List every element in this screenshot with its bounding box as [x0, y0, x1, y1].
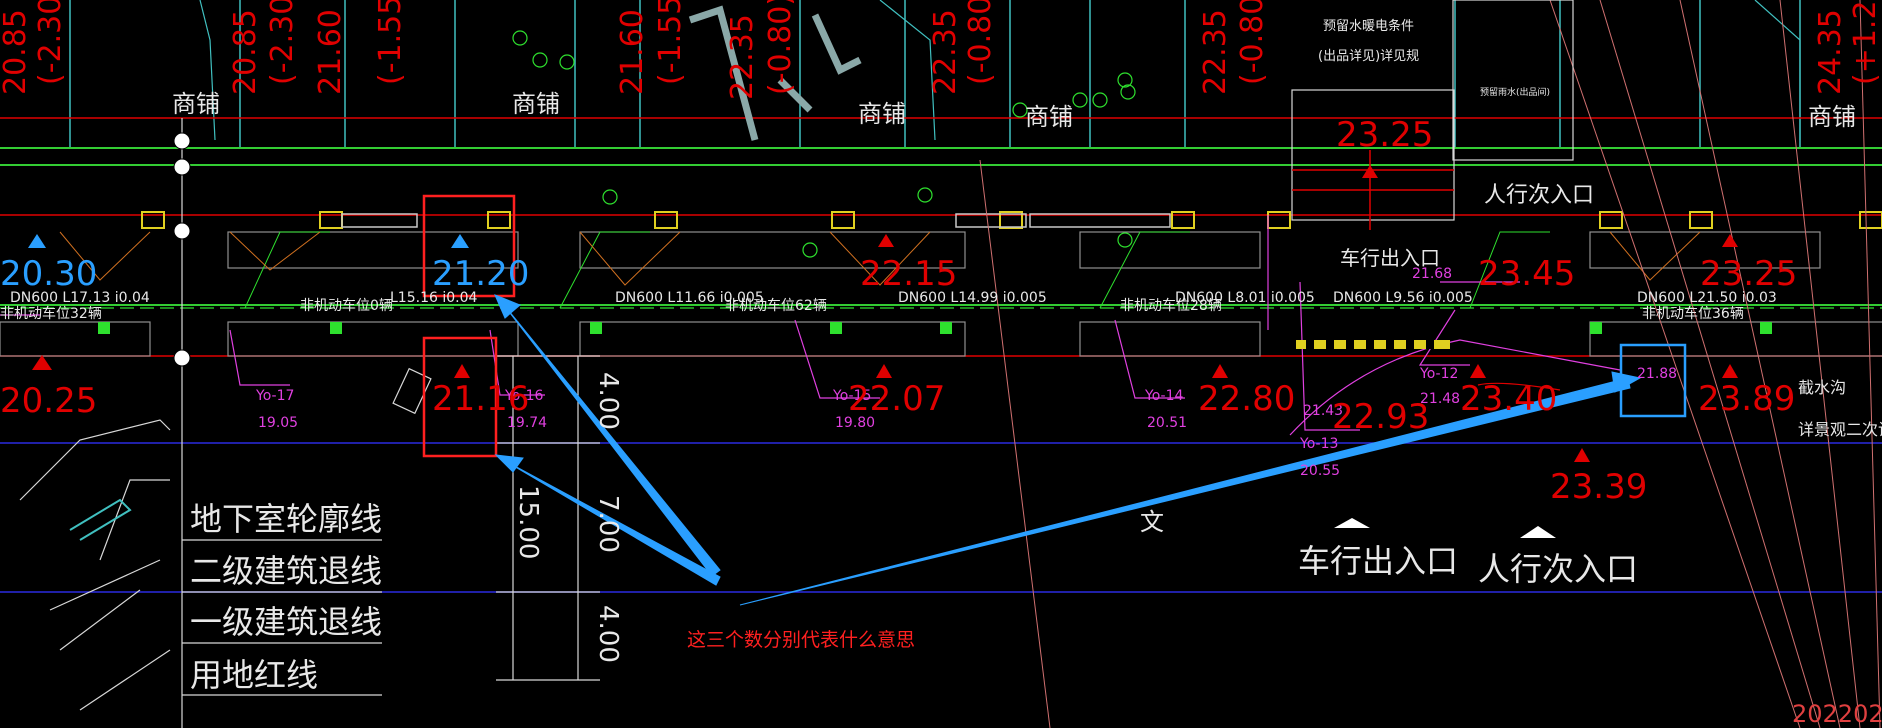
elev-rot-14: (-0.80) — [1235, 0, 1270, 85]
well-id: Yo-13 — [1299, 436, 1338, 452]
elev-rot-13: 22.35 — [1198, 9, 1233, 95]
pipe-label: 非机动车位36辆 — [1642, 305, 1744, 322]
elevation-red: 23.89 — [1698, 379, 1795, 419]
elevation-red: 22.15 — [860, 254, 957, 294]
dimension-label: 4.00 — [593, 605, 623, 663]
legend: 地下室轮廓线 二级建筑退线 一级建筑退线 用地红线 — [190, 500, 382, 694]
elev-rot-4: (-2.30) — [265, 0, 300, 85]
shop-labels: 商铺 商铺 商铺 商铺 商铺 — [172, 90, 1856, 131]
year-fragment: 202202 — [1792, 700, 1882, 728]
elev-rot-11: 22.35 — [928, 9, 963, 95]
well-id: Yo-14 — [1144, 388, 1183, 404]
elev-rot-10: (-0.80) — [763, 0, 798, 95]
elev-rot-5: 21.60 — [313, 9, 348, 95]
elev-rot-1: 20.85 — [0, 9, 33, 95]
elevation-question-2: 21.16 — [432, 379, 529, 419]
blue-elevations: 20.30 21.20 — [0, 254, 529, 294]
cad-drawing-canvas: 20.85 (-2.30) 20.85 (-2.30) 21.60 (-1.55… — [0, 0, 1882, 728]
shop-label: 商铺 — [512, 90, 560, 118]
elevation-red: 22.07 — [848, 379, 945, 419]
small-value: 21.68 — [1412, 266, 1452, 282]
station-value: 23.25 — [1336, 115, 1433, 155]
right-note-ditch: 截水沟 — [1798, 378, 1846, 397]
right-note-detail: 详景观二次设计 — [1798, 420, 1882, 439]
elevation-red: 23.40 — [1460, 379, 1557, 419]
elev-rot-15: 24.35 — [1813, 9, 1848, 95]
legend-primary-setback: 一级建筑退线 — [190, 603, 382, 641]
well-id: Yo-12 — [1419, 366, 1458, 382]
red-elevations: 20.25 21.16 22.07 22.80 22.93 23.40 23.8… — [0, 254, 1797, 507]
elev-rot-2: (-2.30) — [33, 0, 68, 85]
elev-rot-12: (-0.80) — [963, 0, 998, 85]
dimension-label: 4.00 — [593, 372, 623, 430]
pedestrian-entrance-label: 人行次入口 — [1478, 550, 1638, 588]
dimension-label: 7.00 — [593, 495, 623, 553]
elev-rot-9: 22.35 — [725, 14, 760, 100]
note-detail: (出品详见)详见规 — [1318, 49, 1419, 64]
well-value: 20.55 — [1300, 463, 1340, 479]
small-value: 21.88 — [1637, 366, 1677, 382]
elevation-red: 23.45 — [1478, 254, 1575, 294]
note-rain: 预留雨水(出品间) — [1480, 86, 1550, 98]
elevation-question-1: 21.20 — [432, 254, 529, 294]
shop-label: 商铺 — [1025, 103, 1073, 131]
note-pedestrian: 人行次入口 — [1484, 183, 1594, 208]
bottom-labels: 车行出入口 人行次入口 截水沟 详景观二次设计 文 202202 — [1140, 378, 1882, 728]
elev-rot-8: (-1.55) — [653, 0, 688, 85]
elevation-red: 23.25 — [1700, 254, 1797, 294]
legend-basement-outline: 地下室轮廓线 — [190, 500, 382, 538]
shop-label: 商铺 — [858, 100, 906, 128]
pipe-label: DN600 L9.56 i0.005 — [1333, 290, 1473, 306]
vehicle-entrance-label: 车行出入口 — [1298, 542, 1458, 580]
well-value: 20.51 — [1147, 415, 1187, 431]
top-rotated-elevations: 20.85 (-2.30) 20.85 (-2.30) 21.60 (-1.55… — [0, 0, 1882, 100]
well-id: Yo-17 — [255, 388, 294, 404]
top-notes: 预留水暖电条件 (出品详见)详见规 人行次入口 车行出入口 预留雨水(出品间) … — [1318, 18, 1594, 270]
elev-rot-16: (+1.20) — [1848, 0, 1882, 85]
elev-rot-3: 20.85 — [228, 9, 263, 95]
legend-secondary-setback: 二级建筑退线 — [190, 552, 382, 590]
elevation-red: 23.39 — [1550, 467, 1647, 507]
elevation-red: 20.25 — [0, 381, 97, 421]
question-text: 这三个数分别代表什么意思 — [687, 629, 915, 651]
elev-rot-7: 21.60 — [615, 9, 650, 95]
elevation-blue: 20.30 — [0, 254, 97, 294]
elev-rot-6: (-1.55) — [373, 0, 408, 85]
dimension-label: 15.00 — [513, 485, 543, 559]
note-utility: 预留水暖电条件 — [1323, 18, 1414, 34]
well-value: 19.05 — [258, 415, 298, 431]
pipe-label: DN600 L8.01 i0.005 — [1175, 290, 1315, 306]
elevation-red: 22.80 — [1198, 379, 1295, 419]
shop-label: 商铺 — [172, 90, 220, 118]
pipe-label: 非机动车位0辆 — [300, 297, 393, 314]
pipe-label: 非机动车位62辆 — [725, 297, 827, 314]
shop-label: 商铺 — [1808, 103, 1856, 131]
legend-property-line: 用地红线 — [190, 656, 318, 694]
text-fragment: 文 — [1140, 508, 1164, 536]
pipe-label: 非机动车位32辆 — [0, 305, 102, 322]
elevation-red: 22.93 — [1332, 397, 1429, 437]
